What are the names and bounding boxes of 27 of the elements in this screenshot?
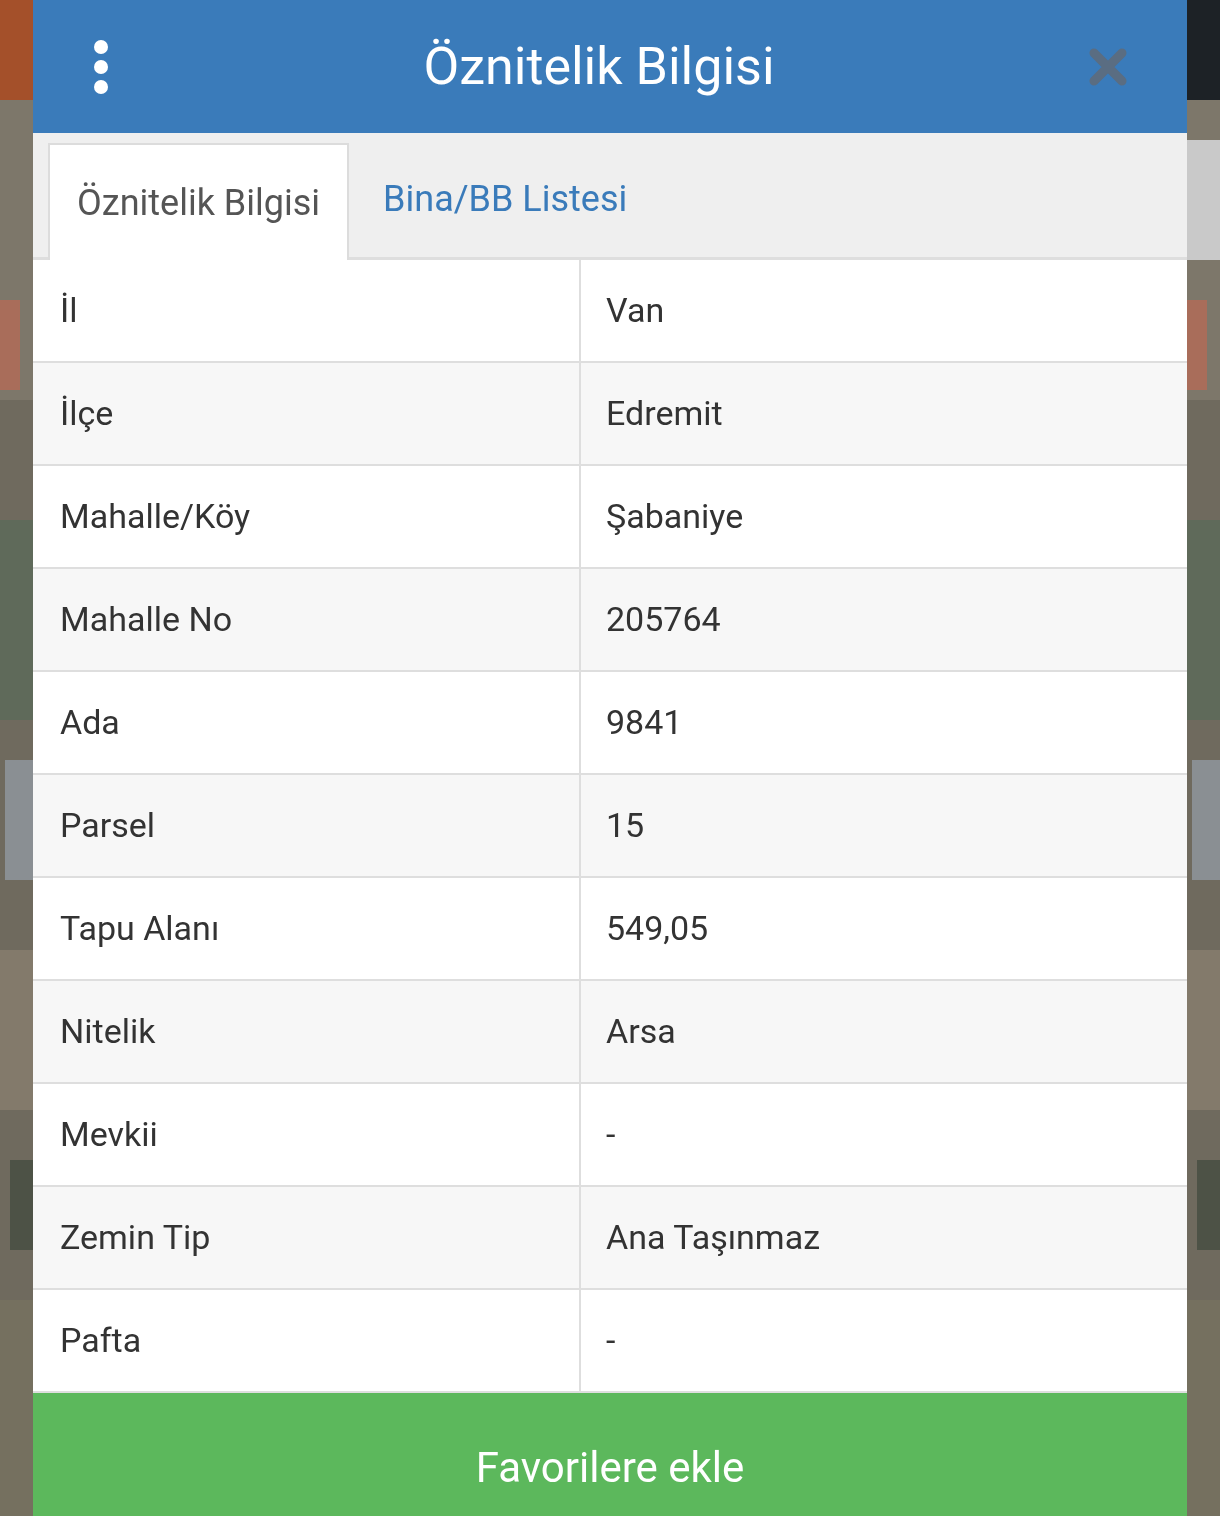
row-label: Ada — [60, 701, 120, 744]
row-label: İlçe — [60, 392, 114, 435]
row-label: Pafta — [60, 1319, 142, 1362]
row-value: 9841 — [606, 701, 683, 744]
add-to-favorites-button[interactable]: Favorilere ekle — [33, 1393, 1187, 1516]
row-value: Ana Taşınmaz — [606, 1216, 821, 1259]
row-label: Tapu Alanı — [60, 907, 220, 950]
row-value: Edremit — [606, 392, 723, 435]
row-label: Parsel — [60, 804, 156, 847]
row-label: Mevkii — [60, 1113, 158, 1156]
row-value: Şabaniye — [606, 495, 744, 538]
row-value: Arsa — [606, 1010, 676, 1053]
row-value: Van — [606, 289, 665, 332]
row-label: Nitelik — [60, 1010, 156, 1053]
tab[interactable]: Bina/BB Listesi — [349, 140, 662, 257]
row-value: 549,05 — [606, 907, 709, 950]
row-label: Mahalle No — [60, 598, 233, 641]
row-value: 205764 — [606, 598, 721, 641]
row-value: 15 — [606, 804, 645, 847]
more-options-icon[interactable] — [93, 39, 109, 94]
row-label: Zemin Tip — [60, 1216, 211, 1259]
row-value: - — [606, 1113, 616, 1156]
header-title: Öznitelik Bilgisi — [423, 34, 775, 99]
tab[interactable]: Öznitelik Bilgisi — [48, 143, 350, 260]
row-label: İl — [60, 289, 78, 332]
row-label: Mahalle/Köy — [60, 495, 251, 538]
row-value: - — [606, 1319, 616, 1362]
